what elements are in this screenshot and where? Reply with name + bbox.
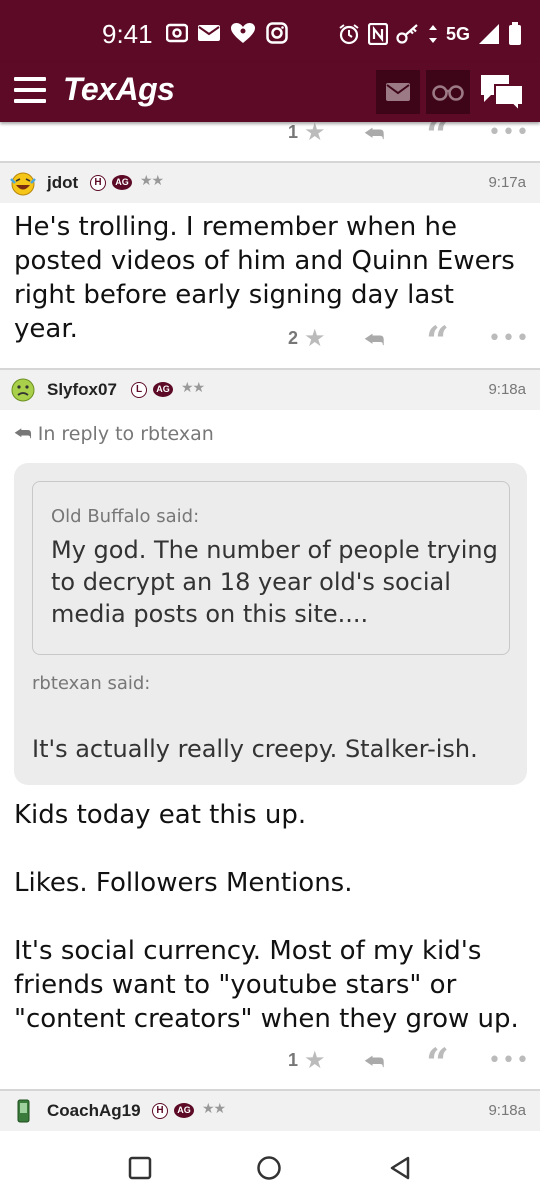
radio-icon (166, 23, 188, 43)
more-icon[interactable]: ••• (488, 1048, 530, 1073)
mail-icon (198, 25, 220, 41)
messages-button[interactable] (376, 70, 420, 114)
envelope-icon (386, 83, 410, 101)
back-icon[interactable] (388, 1155, 412, 1181)
key-icon (396, 24, 418, 44)
quote-icon[interactable]: “ (426, 318, 449, 365)
system-icons: 5G (338, 22, 522, 46)
watch-button[interactable] (426, 70, 470, 114)
post-header: Slyfox07 L AG ★★ 9:18a (0, 368, 540, 410)
badge-letter: L (131, 382, 147, 398)
post-header: CoachAg19 H AG ★★ 9:18a (0, 1089, 540, 1131)
username[interactable]: Slyfox07 (47, 380, 117, 400)
binoculars-icon (432, 85, 464, 101)
quote-text: My god. The number of people trying to d… (51, 536, 498, 628)
post-body-line: Likes. Followers Mentions. (14, 868, 353, 898)
post-time: 9:17a (488, 174, 526, 191)
quote-block: Old Buffalo said: My god. The number of … (14, 463, 527, 785)
iheart-icon (231, 23, 255, 43)
app-header: TexAgs (0, 62, 540, 122)
system-nav-bar (0, 1134, 540, 1200)
quote-text: It's actually really creepy. Stalker-ish… (32, 735, 478, 763)
reply-icon[interactable]: ⮪ (364, 328, 384, 353)
rank-stars: ★★ (181, 380, 205, 396)
post-time: 9:18a (488, 381, 526, 398)
post-body-line: Kids today eat this up. (14, 800, 307, 830)
texags-logo[interactable]: TexAgs (63, 71, 175, 108)
reply-icon[interactable]: ⮪ (364, 1050, 384, 1075)
post-body-line: It's social currency. Most of my kid's f… (14, 936, 519, 1034)
post-actions: 1 ★ ⮪ “ ••• (0, 112, 540, 159)
battery-icon (509, 22, 522, 45)
star-icon[interactable]: ★ (304, 1046, 326, 1074)
chat-bubbles-icon (481, 75, 524, 111)
quote-author: Old Buffalo said: (51, 506, 200, 527)
avatar-sick-face-icon[interactable] (10, 377, 36, 403)
network-type: 5G (446, 23, 471, 44)
star-icon[interactable]: ★ (304, 324, 326, 352)
chat-button[interactable] (478, 70, 526, 114)
badge-ag: AG (153, 382, 173, 397)
badge-ag: AG (112, 175, 132, 190)
nested-quote-block: Old Buffalo said: My god. The number of … (32, 481, 510, 655)
reply-icon[interactable]: ⮪ (364, 122, 384, 147)
data-arrows-icon (429, 25, 437, 43)
alarm-icon (339, 24, 359, 45)
more-icon[interactable]: ••• (488, 326, 530, 351)
in-reply-to-text: In reply to rbtexan (37, 423, 214, 445)
avatar-phone-icon[interactable] (10, 1098, 36, 1124)
status-time: 9:41 (102, 19, 153, 49)
username[interactable]: CoachAg19 (47, 1101, 141, 1121)
nfc-icon (368, 23, 388, 45)
post-header: jdot H AG ★★ 9:17a (0, 161, 540, 203)
post-time: 9:18a (488, 1102, 526, 1119)
badge-ag: AG (174, 1103, 194, 1118)
quote-author: rbtexan said: (32, 673, 151, 694)
star-icon[interactable]: ★ (304, 118, 326, 146)
home-icon[interactable] (256, 1155, 282, 1181)
like-count: 1 (288, 1050, 299, 1070)
in-reply-to-link[interactable]: ⮪ In reply to rbtexan (14, 423, 214, 445)
post-actions: 1 ★ ⮪ “ ••• (0, 1040, 540, 1087)
notification-icons (166, 22, 288, 44)
avatar-laughing-icon[interactable] (10, 170, 36, 196)
badge-letter: H (152, 1103, 168, 1119)
like-count: 1 (288, 122, 299, 142)
like-count: 2 (288, 328, 299, 348)
rank-stars: ★★ (202, 1101, 226, 1117)
menu-icon[interactable] (14, 77, 46, 103)
reply-arrow-icon: ⮪ (14, 423, 38, 445)
status-bar: 9:41 5G (0, 0, 540, 62)
rank-stars: ★★ (140, 173, 164, 189)
signal-icon (479, 24, 500, 44)
badge-letter: H (90, 175, 106, 191)
quote-icon[interactable]: “ (426, 1040, 449, 1087)
more-icon[interactable]: ••• (488, 120, 530, 145)
instagram-icon (266, 22, 288, 44)
username[interactable]: jdot (47, 173, 78, 193)
post-actions: 2 ★ ⮪ “ ••• (0, 318, 540, 365)
recents-icon[interactable] (128, 1156, 152, 1180)
